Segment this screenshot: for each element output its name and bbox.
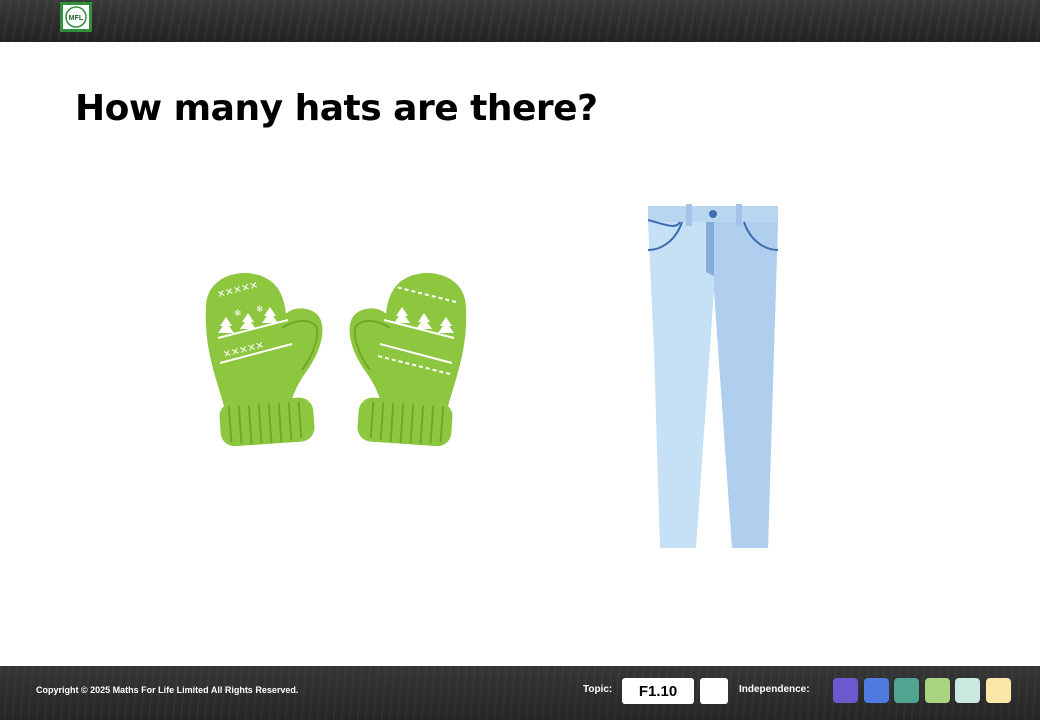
left-mitten: ✕✕✕✕✕ ❄ ❄ ✕✕✕✕✕ [205, 273, 323, 447]
right-mitten [349, 273, 467, 447]
independence-swatch-1[interactable] [833, 678, 858, 703]
independence-label: Independence: [739, 684, 810, 695]
top-bar: MFL [0, 0, 1040, 42]
independence-swatch-2[interactable] [863, 678, 889, 703]
mfl-logo[interactable]: MFL [60, 2, 92, 32]
mfl-logo-icon: MFL [65, 6, 87, 28]
independence-swatch-5[interactable] [955, 678, 980, 703]
independence-swatch-4[interactable] [924, 678, 950, 703]
independence-swatch-6[interactable] [985, 678, 1011, 703]
topic-code-box: F1.10 [622, 678, 694, 704]
topic-label: Topic: [583, 684, 613, 695]
independence-swatch-3[interactable] [894, 678, 919, 703]
footer-bar: Copyright © 2025 Maths For Life Limited … [0, 666, 1040, 720]
mittens-picture: ✕✕✕✕✕ ✕✕✕✕✕ ❄ ❄ ✕✕✕✕✕ [205, 273, 467, 447]
copyright-text: Copyright © 2025 Maths For Life Limited … [36, 685, 299, 695]
svg-text:MFL: MFL [69, 15, 84, 22]
svg-text:❄: ❄ [234, 309, 242, 319]
svg-text:❄: ❄ [256, 305, 264, 315]
jeans-picture [647, 204, 779, 548]
question-title: How many hats are there? [75, 88, 598, 129]
topic-blank-box [700, 678, 728, 704]
